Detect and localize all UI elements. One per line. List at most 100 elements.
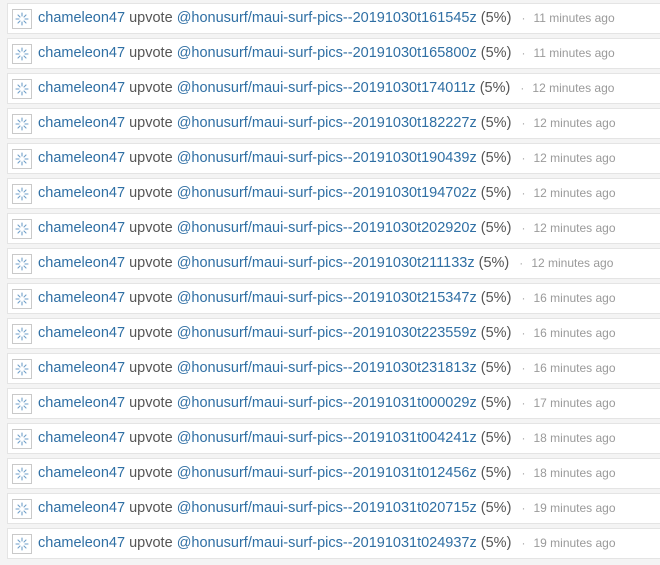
action-label: upvote	[129, 150, 173, 166]
account-link[interactable]: chameleon47	[38, 360, 125, 376]
post-link[interactable]: @honusurf/maui-surf-pics--20191031t00424…	[177, 430, 477, 446]
separator: ·	[519, 256, 524, 270]
avatar-icon[interactable]	[12, 394, 32, 414]
avatar-icon[interactable]	[12, 79, 32, 99]
post-link[interactable]: @honusurf/maui-surf-pics--20191030t17401…	[177, 80, 476, 96]
separator: ·	[521, 536, 526, 550]
timestamp: 16 minutes ago	[533, 326, 616, 340]
vote-weight: (5%)	[480, 535, 512, 551]
timestamp: 17 minutes ago	[533, 396, 616, 410]
separator: ·	[521, 151, 526, 165]
activity-row: chameleon47 upvote @honusurf/maui-surf-p…	[7, 528, 660, 559]
account-link[interactable]: chameleon47	[38, 10, 125, 26]
avatar-icon[interactable]	[12, 114, 32, 134]
vote-weight: (5%)	[478, 255, 510, 271]
avatar-icon[interactable]	[12, 359, 32, 379]
account-link[interactable]: chameleon47	[38, 185, 125, 201]
action-label: upvote	[129, 500, 173, 516]
account-link[interactable]: chameleon47	[38, 150, 125, 166]
post-link[interactable]: @honusurf/maui-surf-pics--20191030t21113…	[177, 255, 475, 271]
avatar-icon[interactable]	[12, 254, 32, 274]
separator: ·	[521, 186, 526, 200]
avatar-icon[interactable]	[12, 464, 32, 484]
post-link[interactable]: @honusurf/maui-surf-pics--20191031t00002…	[177, 395, 477, 411]
post-link[interactable]: @honusurf/maui-surf-pics--20191030t23181…	[177, 360, 477, 376]
action-label: upvote	[129, 115, 173, 131]
account-link[interactable]: chameleon47	[38, 115, 125, 131]
avatar-icon[interactable]	[12, 429, 32, 449]
avatar-icon[interactable]	[12, 184, 32, 204]
timestamp: 19 minutes ago	[533, 501, 616, 515]
action-label: upvote	[129, 255, 173, 271]
activity-text: chameleon47 upvote @honusurf/maui-surf-p…	[38, 459, 616, 488]
avatar-icon[interactable]	[12, 534, 32, 554]
avatar-icon[interactable]	[12, 149, 32, 169]
post-link[interactable]: @honusurf/maui-surf-pics--20191030t16580…	[177, 45, 477, 61]
separator: ·	[521, 221, 526, 235]
account-link[interactable]: chameleon47	[38, 255, 125, 271]
vote-weight: (5%)	[480, 360, 512, 376]
timestamp: 12 minutes ago	[531, 256, 614, 270]
vote-weight: (5%)	[480, 10, 512, 26]
action-label: upvote	[129, 360, 173, 376]
vote-weight: (5%)	[480, 45, 512, 61]
account-link[interactable]: chameleon47	[38, 430, 125, 446]
vote-weight: (5%)	[480, 115, 512, 131]
post-link[interactable]: @honusurf/maui-surf-pics--20191030t20292…	[177, 220, 477, 236]
post-link[interactable]: @honusurf/maui-surf-pics--20191030t19470…	[177, 185, 477, 201]
activity-text: chameleon47 upvote @honusurf/maui-surf-p…	[38, 144, 616, 173]
action-label: upvote	[129, 535, 173, 551]
activity-text: chameleon47 upvote @honusurf/maui-surf-p…	[38, 74, 614, 103]
account-link[interactable]: chameleon47	[38, 465, 125, 481]
activity-row: chameleon47 upvote @honusurf/maui-surf-p…	[7, 388, 660, 419]
vote-weight: (5%)	[480, 465, 512, 481]
timestamp: 12 minutes ago	[533, 116, 616, 130]
activity-text: chameleon47 upvote @honusurf/maui-surf-p…	[38, 494, 616, 523]
post-link[interactable]: @honusurf/maui-surf-pics--20191030t16154…	[177, 10, 477, 26]
account-link[interactable]: chameleon47	[38, 290, 125, 306]
activity-text: chameleon47 upvote @honusurf/maui-surf-p…	[38, 529, 616, 558]
post-link[interactable]: @honusurf/maui-surf-pics--20191031t02071…	[177, 500, 477, 516]
activity-row: chameleon47 upvote @honusurf/maui-surf-p…	[7, 423, 660, 454]
action-label: upvote	[129, 290, 173, 306]
vote-weight: (5%)	[479, 80, 511, 96]
account-link[interactable]: chameleon47	[38, 325, 125, 341]
activity-text: chameleon47 upvote @honusurf/maui-surf-p…	[38, 284, 616, 313]
avatar-icon[interactable]	[12, 9, 32, 29]
vote-weight: (5%)	[480, 430, 512, 446]
account-link[interactable]: chameleon47	[38, 220, 125, 236]
separator: ·	[521, 11, 526, 25]
separator: ·	[521, 291, 526, 305]
post-link[interactable]: @honusurf/maui-surf-pics--20191030t21534…	[177, 290, 477, 306]
action-label: upvote	[129, 185, 173, 201]
activity-text: chameleon47 upvote @honusurf/maui-surf-p…	[38, 214, 616, 243]
action-label: upvote	[129, 80, 173, 96]
timestamp: 11 minutes ago	[533, 46, 615, 60]
activity-text: chameleon47 upvote @honusurf/maui-surf-p…	[38, 109, 616, 138]
activity-row: chameleon47 upvote @honusurf/maui-surf-p…	[7, 353, 660, 384]
avatar-icon[interactable]	[12, 499, 32, 519]
avatar-icon[interactable]	[12, 289, 32, 309]
separator: ·	[521, 501, 526, 515]
vote-weight: (5%)	[480, 220, 512, 236]
avatar-icon[interactable]	[12, 219, 32, 239]
post-link[interactable]: @honusurf/maui-surf-pics--20191031t01245…	[177, 465, 477, 481]
activity-row: chameleon47 upvote @honusurf/maui-surf-p…	[7, 73, 660, 104]
separator: ·	[521, 326, 526, 340]
post-link[interactable]: @honusurf/maui-surf-pics--20191030t19043…	[177, 150, 477, 166]
post-link[interactable]: @honusurf/maui-surf-pics--20191031t02493…	[177, 535, 477, 551]
account-link[interactable]: chameleon47	[38, 45, 125, 61]
avatar-icon[interactable]	[12, 44, 32, 64]
action-label: upvote	[129, 430, 173, 446]
account-link[interactable]: chameleon47	[38, 535, 125, 551]
action-label: upvote	[129, 45, 173, 61]
account-link[interactable]: chameleon47	[38, 80, 125, 96]
post-link[interactable]: @honusurf/maui-surf-pics--20191030t18222…	[177, 115, 477, 131]
separator: ·	[521, 431, 526, 445]
account-link[interactable]: chameleon47	[38, 500, 125, 516]
activity-row: chameleon47 upvote @honusurf/maui-surf-p…	[7, 318, 660, 349]
post-link[interactable]: @honusurf/maui-surf-pics--20191030t22355…	[177, 325, 477, 341]
avatar-icon[interactable]	[12, 324, 32, 344]
vote-weight: (5%)	[480, 290, 512, 306]
account-link[interactable]: chameleon47	[38, 395, 125, 411]
